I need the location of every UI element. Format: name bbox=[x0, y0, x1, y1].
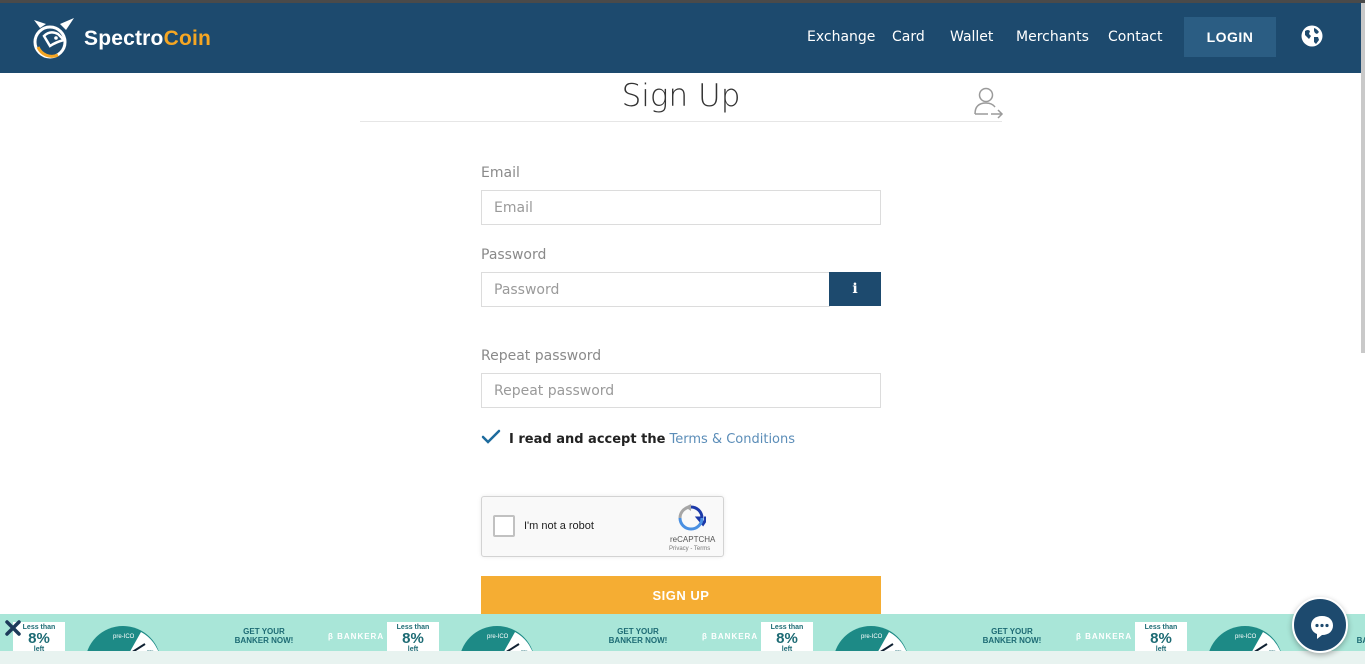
ad-gauge-label: pre-ICO bbox=[487, 634, 509, 640]
email-input[interactable] bbox=[481, 190, 881, 225]
spectrocoin-logo-icon bbox=[33, 18, 74, 59]
chat-bubble-icon bbox=[1311, 616, 1333, 639]
sign-up-button[interactable]: SIGN UP bbox=[481, 576, 881, 614]
nav-link-wallet[interactable]: Wallet bbox=[950, 29, 993, 45]
password-info-button[interactable]: i bbox=[829, 272, 881, 306]
ad-cta: GET YOURBANKER NOW! bbox=[967, 627, 1057, 645]
ad-close-icon[interactable] bbox=[4, 619, 22, 637]
login-button[interactable]: LOGIN bbox=[1184, 17, 1276, 57]
ad-cta: GET YOURBANKER NOW! bbox=[219, 627, 309, 645]
info-icon: i bbox=[852, 281, 858, 297]
ad-gauge-label: pre-ICO bbox=[113, 634, 135, 640]
navbar: SpectroCoin Exchange Card Wallet Merchan… bbox=[0, 3, 1365, 73]
recaptcha-checkbox[interactable] bbox=[493, 515, 515, 537]
chat-widget-button[interactable] bbox=[1292, 597, 1348, 653]
ad-cta-line1: GET YOUR bbox=[243, 627, 285, 636]
recaptcha-brand: reCAPTCHA bbox=[670, 535, 716, 544]
recaptcha-logo-icon bbox=[678, 504, 706, 531]
ad-cta-line2: BANKER NOW! bbox=[608, 636, 668, 646]
ad-countdown-box: Less than 8% left bbox=[1135, 622, 1187, 654]
ad-gauge-label: pre-ICO bbox=[861, 634, 883, 640]
nav-link-merchants[interactable]: Merchants bbox=[1016, 29, 1089, 45]
repeat-password-input[interactable] bbox=[481, 373, 881, 408]
ad-cta-line1: GET YOUR bbox=[991, 627, 1033, 636]
ad-countdown-box: Less than 8% left bbox=[761, 622, 813, 654]
ad-percent: 8% bbox=[1150, 630, 1172, 647]
globe-icon[interactable] bbox=[1301, 25, 1323, 47]
ad-cta-line1: GET YOUR bbox=[617, 627, 659, 636]
email-label: Email bbox=[481, 165, 520, 181]
recaptcha-label: I'm not a robot bbox=[524, 520, 594, 532]
recaptcha-widget: I'm not a robot reCAPTCHA Privacy - Term… bbox=[481, 496, 724, 557]
logo[interactable]: SpectroCoin bbox=[30, 16, 211, 61]
terms-link[interactable]: Terms & Conditions bbox=[670, 432, 796, 447]
ad-percent: 8% bbox=[776, 630, 798, 647]
page-scrollbar[interactable] bbox=[1361, 3, 1365, 353]
terms-text: I read and accept the Terms & Conditions bbox=[509, 432, 795, 447]
user-login-icon[interactable] bbox=[972, 86, 1004, 120]
page-title: Sign Up bbox=[621, 78, 741, 114]
nav-link-exchange[interactable]: Exchange bbox=[807, 29, 875, 45]
banner-bottom-strip bbox=[0, 651, 1365, 664]
password-input[interactable] bbox=[481, 272, 830, 307]
password-label: Password bbox=[481, 247, 547, 263]
ad-cta: GET YOURBANKER NOW! bbox=[593, 627, 683, 645]
logo-wordmark: SpectroCoin bbox=[84, 27, 211, 51]
recaptcha-links[interactable]: Privacy - Terms bbox=[669, 546, 710, 552]
ad-cta-line2: BANKER NOW! bbox=[234, 636, 294, 646]
nav-link-card[interactable]: Card bbox=[892, 29, 925, 45]
terms-checkbox-check-icon[interactable] bbox=[481, 428, 501, 446]
ad-gauge-label: pre-ICO bbox=[1235, 634, 1257, 640]
logo-text-part1: Spectro bbox=[84, 26, 164, 50]
ad-percent: 8% bbox=[402, 630, 424, 647]
ad-countdown-box: Less than 8% left bbox=[387, 622, 439, 654]
ad-cta-line2: BANKER NOW! bbox=[982, 636, 1042, 646]
title-divider bbox=[360, 121, 1002, 122]
logo-text-part2: Coin bbox=[163, 26, 212, 50]
repeat-password-label: Repeat password bbox=[481, 348, 602, 364]
nav-link-contact[interactable]: Contact bbox=[1108, 29, 1162, 45]
terms-prefix: I read and accept the bbox=[509, 432, 666, 447]
